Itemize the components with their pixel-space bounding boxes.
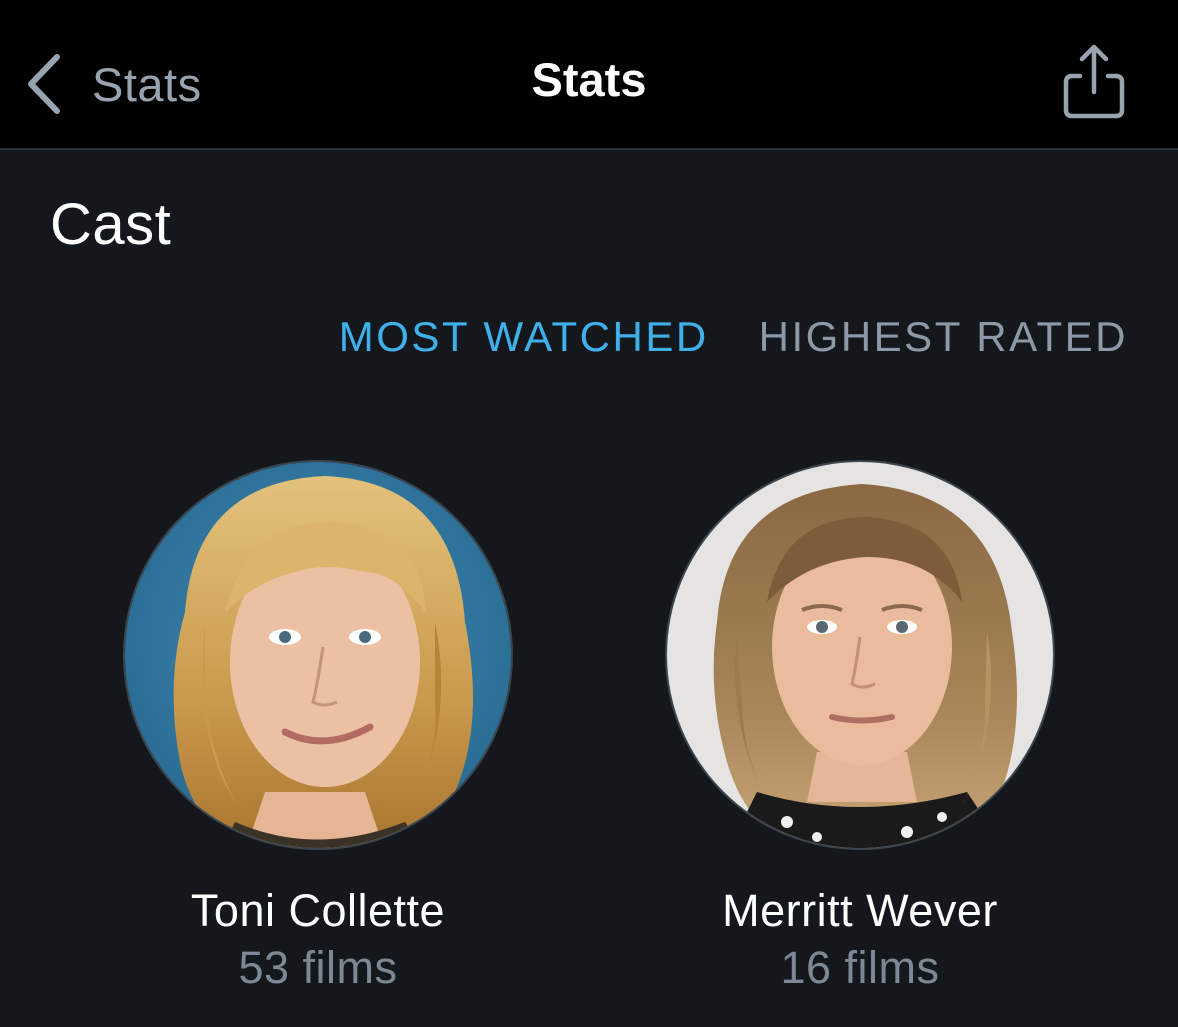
- navigation-bar: Stats Stats: [0, 0, 1178, 150]
- chevron-left-icon: [24, 48, 68, 120]
- cast-name: Toni Collette: [190, 885, 446, 936]
- tab-highest-rated[interactable]: HIGHEST RATED: [759, 316, 1128, 358]
- back-button-label: Stats: [92, 57, 202, 111]
- back-button[interactable]: Stats: [24, 48, 202, 120]
- share-button[interactable]: [1058, 40, 1130, 122]
- cast-photo[interactable]: [665, 460, 1055, 850]
- cast-card[interactable]: Merritt Wever 16 films: [660, 460, 1060, 990]
- share-icon: [1058, 44, 1130, 126]
- cast-name: Merritt Wever: [722, 885, 998, 936]
- film-count: 16 films: [780, 942, 940, 993]
- cast-photo[interactable]: [123, 460, 513, 850]
- sort-tabs: MOST WATCHED HIGHEST RATED: [339, 316, 1128, 358]
- tab-most-watched[interactable]: MOST WATCHED: [339, 316, 709, 358]
- film-count: 53 films: [238, 942, 398, 993]
- section-title: Cast: [50, 192, 172, 257]
- cast-card[interactable]: Toni Collette 53 films: [118, 460, 518, 990]
